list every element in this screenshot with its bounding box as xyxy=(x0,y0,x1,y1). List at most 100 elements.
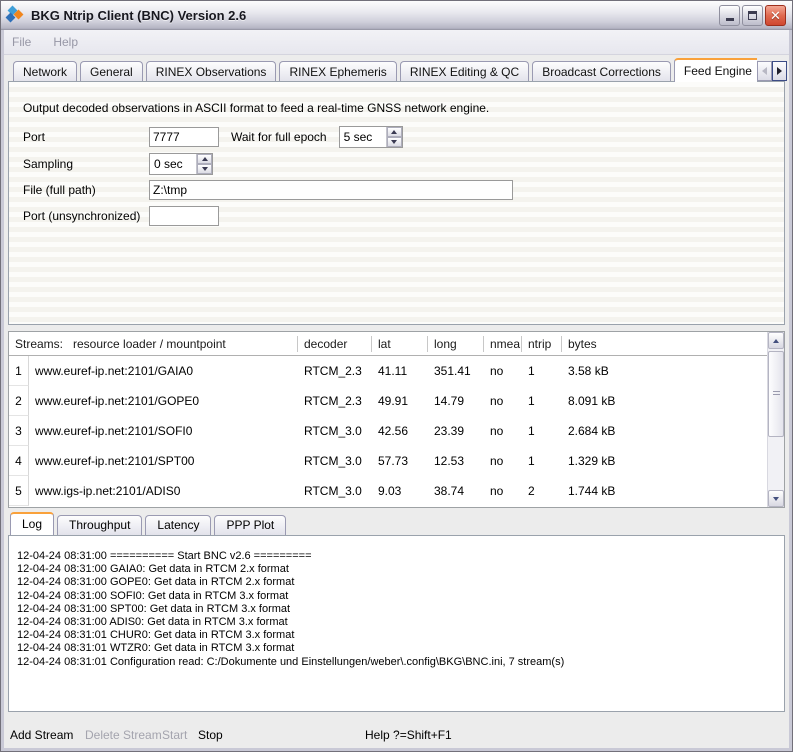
cell-bytes: 1.329 kB xyxy=(562,454,767,468)
file-path-label: File (full path) xyxy=(23,183,149,197)
port-label: Port xyxy=(23,130,149,144)
tabstrip: Network General RINEX Observations RINEX… xyxy=(13,58,757,82)
spin-up-icon xyxy=(391,130,397,134)
cell-nmea: no xyxy=(484,454,522,468)
cell-decoder: RTCM_2.3 xyxy=(298,364,372,378)
scroll-up-button[interactable] xyxy=(768,332,784,349)
wait-spin-up-button[interactable] xyxy=(387,127,402,137)
panel-description: Output decoded observations in ASCII for… xyxy=(23,101,489,115)
scrollbar-thumb[interactable] xyxy=(768,351,784,437)
cell-decoder: RTCM_2.3 xyxy=(298,394,372,408)
header-decoder[interactable]: decoder xyxy=(298,336,372,352)
maximize-button[interactable] xyxy=(742,5,763,26)
log-line: 12-04-24 08:31:00 ========== Start BNC v… xyxy=(17,550,784,563)
menu-help[interactable]: Help xyxy=(53,35,78,49)
cell-mountpoint: www.euref-ip.net:2101/SPT00 xyxy=(29,454,298,468)
port-input[interactable] xyxy=(149,127,219,147)
wait-spinbox-value: 5 sec xyxy=(340,127,386,147)
log-output[interactable]: 12-04-24 08:31:00 ========== Start BNC v… xyxy=(8,535,785,712)
cell-bytes: 3.58 kB xyxy=(562,364,767,378)
tab-feed-engine[interactable]: Feed Engine xyxy=(674,58,757,82)
header-nmea[interactable]: nmea xyxy=(484,336,522,352)
port-unsync-row: Port (unsynchronized) xyxy=(23,206,219,226)
file-path-input[interactable] xyxy=(149,180,513,200)
header-lat[interactable]: lat xyxy=(372,336,428,352)
minimize-button[interactable] xyxy=(719,5,740,26)
cell-long: 351.41 xyxy=(428,364,484,378)
tab-throughput[interactable]: Throughput xyxy=(57,515,142,535)
app-logo-icon xyxy=(7,6,25,24)
tab-ppp-plot[interactable]: PPP Plot xyxy=(214,515,286,535)
log-line: 12-04-24 08:31:01 Configuration read: C:… xyxy=(17,656,784,669)
sampling-spin-down-button[interactable] xyxy=(197,164,212,174)
start-button[interactable]: Start xyxy=(162,728,187,742)
sampling-spin-up-button[interactable] xyxy=(197,154,212,164)
wait-spinbox[interactable]: 5 sec xyxy=(339,126,403,148)
cell-ntrip: 1 xyxy=(522,424,562,438)
add-stream-button[interactable]: Add Stream xyxy=(10,728,73,742)
table-row[interactable]: 5 www.igs-ip.net:2101/ADIS0 RTCM_3.0 9.0… xyxy=(9,476,767,506)
sampling-spinbox[interactable]: 0 sec xyxy=(149,153,213,175)
log-line: 12-04-24 08:31:00 SOFI0: Get data in RTC… xyxy=(17,590,784,603)
row-number[interactable]: 2 xyxy=(9,386,29,416)
cell-ntrip: 1 xyxy=(522,454,562,468)
menu-file[interactable]: File xyxy=(12,35,31,49)
row-number[interactable]: 4 xyxy=(9,446,29,476)
cell-decoder: RTCM_3.0 xyxy=(298,454,372,468)
tab-scroll-left-button[interactable] xyxy=(757,61,772,81)
help-button[interactable]: Help ?=Shift+F1 xyxy=(365,728,452,742)
tab-latency[interactable]: Latency xyxy=(145,515,211,535)
streams-table-body: Streams: resource loader / mountpoint de… xyxy=(9,332,767,507)
app-window: BKG Ntrip Client (BNC) Version 2.6 ✕ Fil… xyxy=(0,0,793,752)
header-ntrip[interactable]: ntrip xyxy=(522,336,562,352)
tab-broadcast-corrections[interactable]: Broadcast Corrections xyxy=(532,61,671,82)
streams-table: Streams: resource loader / mountpoint de… xyxy=(8,331,785,508)
streams-scrollbar[interactable] xyxy=(767,332,784,507)
stop-button[interactable]: Stop xyxy=(198,728,223,742)
scroll-down-icon xyxy=(773,497,779,501)
streams-table-header: Streams: resource loader / mountpoint de… xyxy=(9,332,767,356)
cell-ntrip: 1 xyxy=(522,394,562,408)
tab-log[interactable]: Log xyxy=(10,512,54,535)
cell-bytes: 8.091 kB xyxy=(562,394,767,408)
cell-mountpoint: www.igs-ip.net:2101/ADIS0 xyxy=(29,484,298,498)
cell-lat: 41.11 xyxy=(372,364,428,378)
cell-lat: 57.73 xyxy=(372,454,428,468)
wait-for-full-epoch-label: Wait for full epoch xyxy=(231,130,327,144)
row-number[interactable]: 5 xyxy=(9,476,29,506)
delete-stream-button[interactable]: Delete Stream xyxy=(85,728,162,742)
table-row[interactable]: 3 www.euref-ip.net:2101/SOFI0 RTCM_3.0 4… xyxy=(9,416,767,446)
row-number[interactable]: 1 xyxy=(9,356,29,386)
file-row: File (full path) xyxy=(23,180,513,200)
row-number[interactable]: 3 xyxy=(9,416,29,446)
wait-spin-down-button[interactable] xyxy=(387,137,402,147)
arrow-right-icon xyxy=(777,67,782,75)
spin-up-icon xyxy=(202,157,208,161)
table-row[interactable]: 4 www.euref-ip.net:2101/SPT00 RTCM_3.0 5… xyxy=(9,446,767,476)
minimize-icon xyxy=(726,18,734,21)
scroll-down-button[interactable] xyxy=(768,490,784,507)
spin-down-icon xyxy=(391,140,397,144)
port-unsynchronized-input[interactable] xyxy=(149,206,219,226)
header-mountpoint[interactable]: Streams: resource loader / mountpoint xyxy=(9,336,298,352)
tab-network[interactable]: Network xyxy=(13,61,77,82)
table-row[interactable]: 1 www.euref-ip.net:2101/GAIA0 RTCM_2.3 4… xyxy=(9,356,767,386)
tab-general[interactable]: General xyxy=(80,61,143,82)
sampling-label: Sampling xyxy=(23,157,149,171)
header-bytes[interactable]: bytes xyxy=(562,336,767,352)
tab-scroll-right-button[interactable] xyxy=(772,61,787,81)
tab-rinex-ephemeris[interactable]: RINEX Ephemeris xyxy=(279,61,396,82)
log-line: 12-04-24 08:31:00 SPT00: Get data in RTC… xyxy=(17,603,784,616)
header-long[interactable]: long xyxy=(428,336,484,352)
cell-mountpoint: www.euref-ip.net:2101/SOFI0 xyxy=(29,424,298,438)
cell-nmea: no xyxy=(484,484,522,498)
table-row[interactable]: 2 www.euref-ip.net:2101/GOPE0 RTCM_2.3 4… xyxy=(9,386,767,416)
arrow-left-icon xyxy=(762,67,767,75)
scrollbar-track[interactable] xyxy=(768,349,784,490)
cell-long: 38.74 xyxy=(428,484,484,498)
tab-rinex-editing-qc[interactable]: RINEX Editing & QC xyxy=(400,61,529,82)
sampling-row: Sampling 0 sec xyxy=(23,153,213,175)
tab-rinex-observations[interactable]: RINEX Observations xyxy=(146,61,277,82)
titlebar[interactable]: BKG Ntrip Client (BNC) Version 2.6 ✕ xyxy=(1,1,792,30)
close-button[interactable]: ✕ xyxy=(765,5,786,26)
